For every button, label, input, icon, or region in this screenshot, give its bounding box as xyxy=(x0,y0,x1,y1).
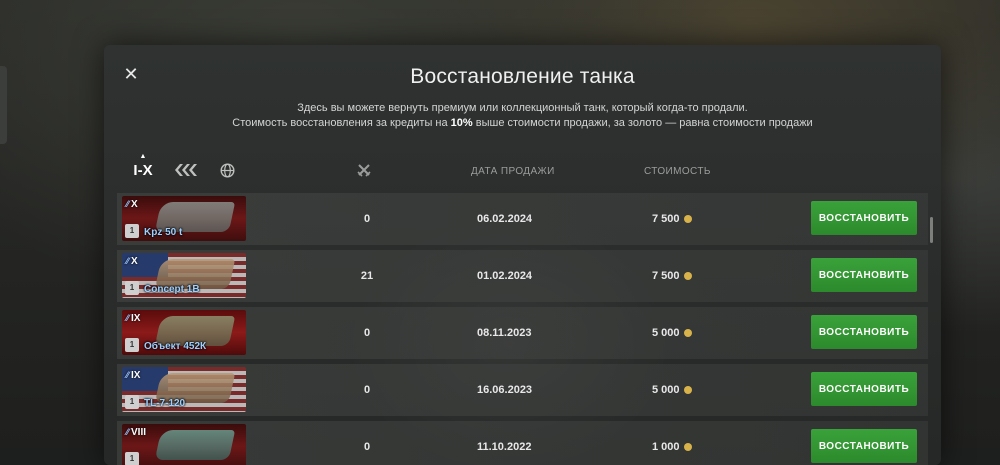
tier-filter-label: I-X xyxy=(133,162,153,179)
tank-tier-label: X xyxy=(131,256,138,267)
tank-tier-label: X xyxy=(131,199,138,210)
restore-tank-dialog: ✕ Восстановление танка Здесь вы можете в… xyxy=(104,45,941,465)
credits-coin-icon xyxy=(683,272,692,281)
restore-button[interactable]: ВОССТАНОВИТЬ xyxy=(811,258,917,292)
table-row: ⁄⁄ IX 1 Объект 452К 0 08.11.2023 5 000 ВО… xyxy=(117,307,928,359)
premium-badge-icon: 1 xyxy=(125,224,139,238)
tier-chevron-icon: ⁄⁄ xyxy=(126,370,130,380)
restore-button[interactable]: ВОССТАНОВИТЬ xyxy=(811,315,917,349)
crossed-swords-icon[interactable] xyxy=(357,163,371,180)
premium-badge-icon: 1 xyxy=(125,281,139,295)
cost-value: 7 500 xyxy=(652,213,680,225)
battles-count: 21 xyxy=(360,270,374,282)
tank-card: ⁄⁄ IX 1 TL-7-120 xyxy=(122,367,246,412)
restore-button[interactable]: ВОССТАНОВИТЬ xyxy=(811,429,917,463)
dialog-description: Здесь вы можете вернуть премиум или колл… xyxy=(104,101,941,131)
tier-chevron-icon: ⁄⁄ xyxy=(126,313,130,323)
sale-date: 01.02.2024 xyxy=(477,270,533,282)
tank-tier-label: IX xyxy=(131,313,141,324)
restore-button[interactable]: ВОССТАНОВИТЬ xyxy=(811,201,917,235)
sale-date: 08.11.2023 xyxy=(477,327,532,339)
side-panel-handle[interactable] xyxy=(0,66,7,144)
cost-value: 5 000 xyxy=(652,327,680,339)
vehicle-type-icon[interactable] xyxy=(174,163,198,182)
premium-badge-icon: 1 xyxy=(125,452,139,465)
tank-name: Объект 452К xyxy=(144,341,207,352)
tier-chevron-icon: ⁄⁄ xyxy=(126,199,130,209)
list-scrollbar[interactable] xyxy=(930,217,933,243)
tank-name: Kpz 50 t xyxy=(144,227,183,238)
tank-tier: ⁄⁄ VIII xyxy=(126,427,146,438)
description-line-1: Здесь вы можете вернуть премиум или колл… xyxy=(297,102,748,114)
table-row: ⁄⁄ X 1 Concept 1B 21 01.02.2024 7 500 ВОС… xyxy=(117,250,928,302)
credits-coin-icon xyxy=(683,386,692,395)
tier-chevron-icon: ⁄⁄ xyxy=(126,256,130,266)
tank-tier: ⁄⁄ X xyxy=(126,256,138,267)
description-text: Стоимость восстановления за кредиты на xyxy=(232,117,451,129)
tank-list: ⁄⁄ X 1 Kpz 50 t 0 06.02.2024 7 500 ВОССТА… xyxy=(117,193,928,465)
tank-tier-label: VIII xyxy=(131,427,147,438)
tank-card: ⁄⁄ VIII 1 xyxy=(122,424,246,465)
restore-cost: 1 000 xyxy=(652,441,692,453)
restore-cost: 7 500 xyxy=(652,270,692,282)
cost-value: 1 000 xyxy=(652,441,680,453)
tank-tier: ⁄⁄ X xyxy=(126,199,138,210)
credits-coin-icon xyxy=(683,215,692,224)
tank-tier: ⁄⁄ IX xyxy=(126,370,140,381)
cost-value: 5 000 xyxy=(652,384,680,396)
sale-date: 11.10.2022 xyxy=(477,441,532,453)
battles-count: 0 xyxy=(363,327,371,339)
tank-card: ⁄⁄ X 1 Concept 1B xyxy=(122,253,246,298)
sale-date: 06.02.2024 xyxy=(477,213,533,225)
table-row: ⁄⁄ VIII 1 0 11.10.2022 1 000 ВОССТАНОВИТЬ xyxy=(117,421,928,465)
column-header-cost[interactable]: СТОИМОСТЬ xyxy=(644,166,711,177)
tank-tier: ⁄⁄ IX xyxy=(126,313,140,324)
column-header-sale-date[interactable]: ДАТА ПРОДАЖИ xyxy=(471,166,555,177)
credits-coin-icon xyxy=(683,329,692,338)
restore-cost: 5 000 xyxy=(652,384,692,396)
tank-card: ⁄⁄ X 1 Kpz 50 t xyxy=(122,196,246,241)
battles-count: 0 xyxy=(363,213,371,225)
credits-coin-icon xyxy=(683,443,692,452)
table-row: ⁄⁄ X 1 Kpz 50 t 0 06.02.2024 7 500 ВОССТА… xyxy=(117,193,928,245)
tank-name: Concept 1B xyxy=(144,284,200,295)
description-text: выше стоимости продажи, за золото — равн… xyxy=(472,117,813,129)
tier-sort-arrow-icon: ▲ xyxy=(139,153,147,160)
table-row: ⁄⁄ IX 1 TL-7-120 0 16.06.2023 5 000 ВОССТ… xyxy=(117,364,928,416)
tank-card: ⁄⁄ IX 1 Объект 452К xyxy=(122,310,246,355)
tier-filter[interactable]: ▲ I-X xyxy=(132,153,154,179)
tank-tier-label: IX xyxy=(131,370,141,381)
tank-image xyxy=(154,430,236,460)
restore-button[interactable]: ВОССТАНОВИТЬ xyxy=(811,372,917,406)
premium-badge-icon: 1 xyxy=(125,395,139,409)
nation-globe-icon[interactable] xyxy=(220,163,235,183)
battles-count: 0 xyxy=(363,441,371,453)
tier-chevron-icon: ⁄⁄ xyxy=(126,427,130,437)
restore-cost: 5 000 xyxy=(652,327,692,339)
cost-value: 7 500 xyxy=(652,270,680,282)
tank-name: TL-7-120 xyxy=(144,398,186,409)
dialog-title: Восстановление танка xyxy=(410,65,635,88)
restore-cost: 7 500 xyxy=(652,213,692,225)
description-line-2: Стоимость восстановления за кредиты на 1… xyxy=(104,116,941,131)
premium-badge-icon: 1 xyxy=(125,338,139,352)
sale-date: 16.06.2023 xyxy=(477,384,533,396)
battles-count: 0 xyxy=(363,384,371,396)
description-percent: 10% xyxy=(450,117,473,129)
